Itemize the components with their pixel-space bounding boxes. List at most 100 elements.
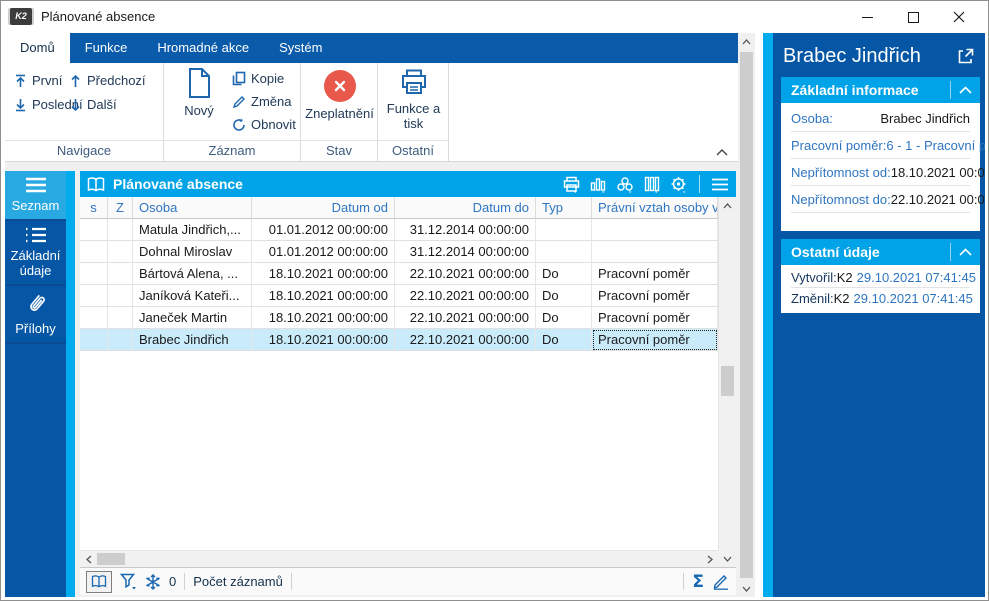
book-view-toggle[interactable] [86,570,112,593]
scroll-down-icon[interactable] [718,550,736,567]
column-header-row: s Z Osoba Datum od Datum do Typ Právní v… [80,197,718,219]
next-button[interactable]: Další [69,97,117,112]
table-row[interactable]: Janíková Kateři... 18.10.2021 00:00:00 2… [80,285,718,307]
detail-row: Pracovní poměr: 6 - 1 - Pracovní po... [791,132,985,159]
focused-cell: Pracovní poměr [592,329,718,351]
detail-row: Změnil: K2 29.10.2021 07:41:45 [791,291,973,306]
detail-row: Vytvořil: K2 29.10.2021 07:41:45 [791,267,976,288]
table-row[interactable]: Bártová Alena, ... 18.10.2021 00:00:00 2… [80,263,718,285]
minimize-button[interactable] [844,1,890,33]
scroll-up-icon[interactable] [719,197,736,214]
paperclip-icon [25,292,47,316]
new-button[interactable]: Nový [174,67,224,137]
scroll-up-icon[interactable] [738,33,755,50]
pencil-icon [232,95,246,109]
pracovni-pomer-link[interactable]: 6 - 1 - Pracovní po... [886,138,985,153]
status-bar: 0 Počet záznamů Σ [80,567,736,595]
copy-icon [232,71,246,86]
scroll-right-icon[interactable] [701,551,718,567]
sidebar-item-zakladni-udaje[interactable]: Základní údaje [5,221,66,286]
table-row-selected[interactable]: Brabec Jindřich 18.10.2021 00:00:00 22.1… [80,329,718,351]
table-row[interactable]: Janeček Martin 18.10.2021 00:00:00 22.10… [80,307,718,329]
filter-count: 0 [169,574,177,589]
arrow-down-icon [69,98,82,112]
sum-sigma-icon[interactable]: Σ [692,572,704,592]
arrow-down-to-bar-icon [14,98,27,112]
edit-pencil-icon[interactable] [712,573,730,590]
table-vertical-scrollbar[interactable] [718,197,736,550]
column-header-datum-od[interactable]: Datum od [252,197,395,219]
table-row[interactable]: Dohnal Miroslav 01.01.2012 00:00:00 31.1… [80,241,718,263]
column-header-datum-do[interactable]: Datum do [395,197,536,219]
print-menu-icon[interactable] [561,175,581,193]
detail-list-icon [25,227,47,243]
detail-panel: Brabec Jindřich Základní informace Osoba… [757,33,985,597]
scrollbar-thumb[interactable] [721,366,734,396]
column-header-z[interactable]: Z [108,197,133,219]
column-header-s[interactable]: s [80,197,108,219]
content-area: Seznam Základní údaje Přílohy Plánované … [5,162,738,597]
table-row[interactable]: Matula Jindřich,... 01.01.2012 00:00:00 … [80,219,718,241]
ribbon-group-label-zaznam: Záznam [164,140,300,161]
hamburger-menu-icon[interactable] [710,175,730,193]
window-title: Plánované absence [41,9,156,24]
table-title: Plánované absence [113,176,243,192]
status-separator [184,573,186,590]
section-header[interactable]: Ostatní údaje [781,239,980,265]
header-separator [699,175,700,193]
collapse-section-icon[interactable] [950,81,980,99]
ribbon-tab-bar: Domů Funkce Hromadné akce Systém [5,33,738,63]
new-document-icon [186,67,212,99]
freeze-snowflake-icon[interactable] [145,573,161,590]
copy-button[interactable]: Kopie [232,71,284,86]
section-zakladni-informace: Základní informace Osoba: Brabec Jindřic… [781,77,985,231]
settings-gear-menu-icon[interactable] [669,175,689,193]
refresh-button[interactable]: Obnovit [232,117,296,132]
collapse-ribbon-button[interactable] [716,149,728,156]
ribbon-group-stav: Zneplatnění Stav [301,63,378,161]
functions-print-button[interactable]: Funkce a tisk [383,67,444,137]
ribbon-group-label-navigace: Navigace [5,140,163,161]
ribbon-group-navigace: První Poslední Předchozí Další Navigace [5,63,164,161]
table-horizontal-scrollbar[interactable] [80,550,718,567]
column-header-osoba[interactable]: Osoba [133,197,252,219]
arrow-up-to-bar-icon [14,74,27,88]
filter-icon[interactable] [120,573,137,591]
tab-hromadne-akce[interactable]: Hromadné akce [142,33,264,63]
invalidate-button[interactable]: Zneplatnění [301,67,378,137]
status-separator [683,573,685,590]
tab-domu[interactable]: Domů [5,33,70,63]
scrollbar-thumb[interactable] [97,553,125,565]
maximize-button[interactable] [890,1,936,33]
edit-button[interactable]: Změna [232,94,291,109]
scroll-down-icon[interactable] [738,580,755,597]
chart-menu-icon[interactable] [588,175,608,193]
first-button[interactable]: První [14,73,62,88]
scrollbar-thumb[interactable] [740,52,753,578]
book-icon [86,175,106,193]
refresh-icon [232,118,246,132]
ribbon-group-label-ostatni: Ostatní [378,140,448,161]
record-count-label[interactable]: Počet záznamů [193,574,283,589]
column-header-typ[interactable]: Typ [536,197,592,219]
scroll-left-icon[interactable] [80,551,97,567]
table-panel-header: Plánované absence [80,171,736,197]
k2-logo-icon: K2 [10,8,32,25]
previous-button[interactable]: Předchozí [69,73,146,88]
tab-funkce[interactable]: Funkce [70,33,143,63]
column-header-pravni-vztah[interactable]: Právní vztah osoby v o [592,197,718,219]
workflow-menu-icon[interactable] [615,175,635,193]
created-by-user: K2 [836,269,853,285]
sidebar-item-prilohy[interactable]: Přílohy [5,286,66,344]
detail-row: Osoba: Brabec Jindřich [791,105,970,132]
columns-menu-icon[interactable] [642,175,662,193]
detail-row: Nepřítomnost do: 22.10.2021 00:00:00 [791,186,985,213]
collapse-section-icon[interactable] [950,243,980,261]
tab-system[interactable]: Systém [264,33,337,63]
main-vertical-scrollbar[interactable] [738,33,755,597]
section-header[interactable]: Základní informace [781,77,980,103]
sidebar-item-seznam[interactable]: Seznam [5,171,66,221]
open-in-window-icon[interactable] [957,47,975,65]
close-button[interactable] [936,1,982,33]
data-grid: s Z Osoba Datum od Datum do Typ Právní v… [80,197,718,550]
